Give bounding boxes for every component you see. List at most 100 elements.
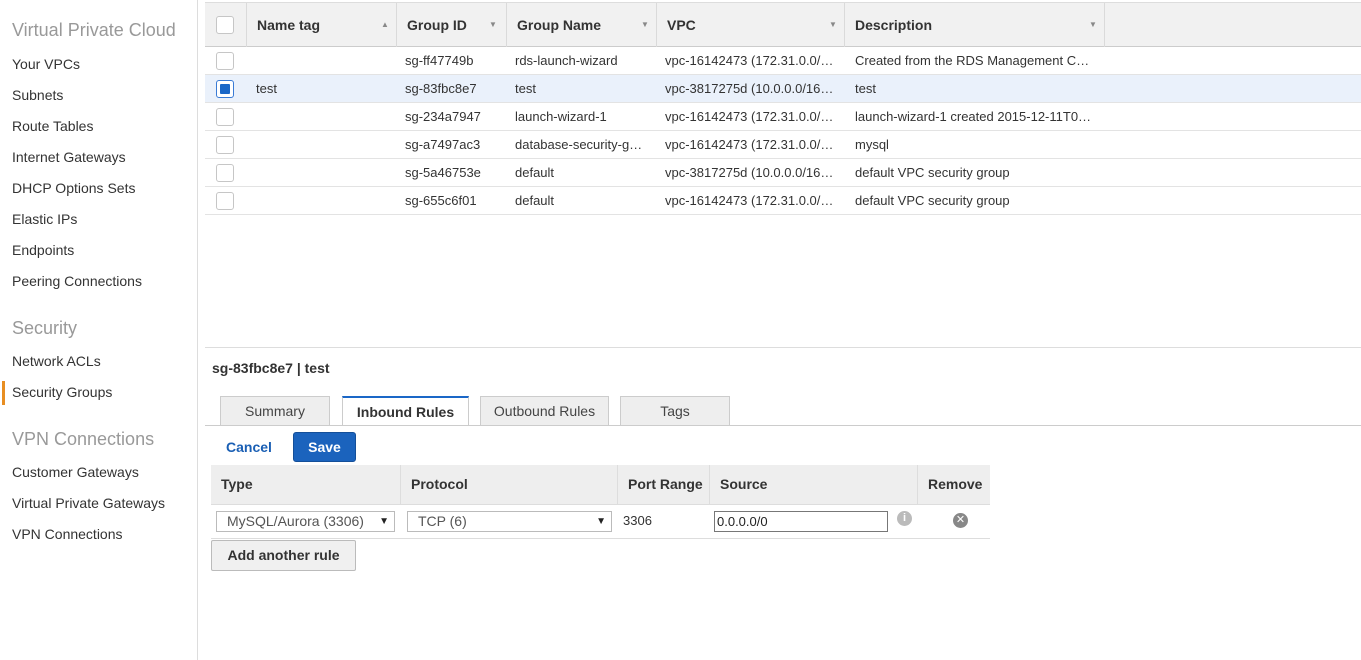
sidebar-item-virtual-private-gateways[interactable]: Virtual Private Gateways xyxy=(12,495,165,511)
row-checkbox[interactable] xyxy=(216,136,234,154)
sidebar-item-your-vpcs[interactable]: Your VPCs xyxy=(12,56,80,72)
group-name-cell: default xyxy=(515,193,555,208)
cancel-button[interactable]: Cancel xyxy=(226,439,272,455)
sidebar-heading-vpc: Virtual Private Cloud xyxy=(12,20,176,40)
sidebar-item-elastic-ips[interactable]: Elastic IPs xyxy=(12,211,77,227)
name-tag-cell xyxy=(256,103,396,131)
group-id-cell: sg-5a46753e xyxy=(405,165,481,180)
select-all-checkbox[interactable] xyxy=(216,16,234,34)
sort-menu-icon: ▼ xyxy=(829,20,837,29)
tab-divider xyxy=(205,425,1361,426)
sort-menu-icon: ▼ xyxy=(489,20,497,29)
pane-divider[interactable] xyxy=(205,347,1361,348)
rule-row: MySQL/Aurora (3306) ▼ TCP (6) ▼ 3306 0.0… xyxy=(211,505,990,539)
sidebar-item-route-tables[interactable]: Route Tables xyxy=(12,118,93,134)
save-button[interactable]: Save xyxy=(293,432,356,462)
group-id-cell: sg-655c6f01 xyxy=(405,193,477,208)
group-id-cell: sg-83fbc8e7 xyxy=(405,81,477,96)
add-rule-button[interactable]: Add another rule xyxy=(211,540,356,571)
remove-rule-icon[interactable]: ✕ xyxy=(953,513,968,528)
group-id-cell: sg-ff47749b xyxy=(405,53,474,68)
tab-tags[interactable]: Tags xyxy=(620,396,730,425)
rules-column-remove: Remove xyxy=(928,476,983,492)
sidebar-item-dhcp-options-sets[interactable]: DHCP Options Sets xyxy=(12,180,135,196)
rule-protocol-value: TCP (6) xyxy=(418,513,467,529)
description-cell: mysql xyxy=(855,137,889,152)
group-name-cell: test xyxy=(515,81,536,96)
sidebar-heading-vpn: VPN Connections xyxy=(12,429,155,449)
sidebar-active-indicator xyxy=(2,381,5,405)
rule-protocol-select[interactable]: TCP (6) ▼ xyxy=(407,511,612,532)
rule-type-select[interactable]: MySQL/Aurora (3306) ▼ xyxy=(216,511,395,532)
column-header-vpc[interactable]: VPC ▼ xyxy=(657,3,845,47)
row-checkbox[interactable] xyxy=(216,164,234,182)
main-panel: Name tag ▲ Group ID ▼ Group Name ▼ VPC ▼… xyxy=(205,0,1361,660)
name-tag-cell: test xyxy=(256,81,277,96)
sidebar-item-endpoints[interactable]: Endpoints xyxy=(12,242,74,258)
group-name-cell: rds-launch-wizard xyxy=(515,53,618,68)
description-cell: launch-wizard-1 created 2015-12-11T0… xyxy=(855,109,1092,124)
group-name-cell: launch-wizard-1 xyxy=(515,109,607,124)
rules-column-source: Source xyxy=(710,465,918,505)
row-checkbox[interactable] xyxy=(216,52,234,70)
description-cell: default VPC security group xyxy=(855,165,1010,180)
vpc-cell: vpc-16142473 (172.31.0.0/… xyxy=(665,137,834,152)
sidebar-item-network-acls[interactable]: Network ACLs xyxy=(12,353,101,369)
sidebar-item-subnets[interactable]: Subnets xyxy=(12,87,63,103)
vpc-cell: vpc-16142473 (172.31.0.0/… xyxy=(665,109,834,124)
vpc-cell: vpc-3817275d (10.0.0.0/16… xyxy=(665,165,834,180)
info-icon[interactable]: i xyxy=(897,511,912,526)
group-name-cell: default xyxy=(515,165,555,180)
sidebar-item-peering-connections[interactable]: Peering Connections xyxy=(12,273,142,289)
sidebar-item-internet-gateways[interactable]: Internet Gateways xyxy=(12,149,126,165)
rule-type-value: MySQL/Aurora (3306) xyxy=(227,513,364,529)
table-row[interactable]: sg-ff47749b rds-launch-wizard vpc-161424… xyxy=(205,47,1361,75)
sort-menu-icon: ▼ xyxy=(641,20,649,29)
description-cell: Created from the RDS Management C… xyxy=(855,53,1090,68)
tab-outbound-rules[interactable]: Outbound Rules xyxy=(480,396,609,425)
row-checkbox[interactable] xyxy=(216,80,234,98)
rules-column-protocol: Protocol xyxy=(401,465,618,505)
group-id-cell: sg-234a7947 xyxy=(405,109,481,124)
rules-table-header: Type Protocol Port Range Source Remove xyxy=(211,465,990,505)
vpc-cell: vpc-16142473 (172.31.0.0/… xyxy=(665,193,834,208)
sort-menu-icon: ▼ xyxy=(1089,20,1097,29)
chevron-down-icon: ▼ xyxy=(379,516,389,527)
name-tag-cell xyxy=(256,131,396,159)
column-header-group-name[interactable]: Group Name ▼ xyxy=(507,3,657,47)
rule-source-input[interactable]: 0.0.0.0/0 xyxy=(714,511,888,532)
rules-column-port-range: Port Range xyxy=(618,465,710,505)
sidebar-heading-security: Security xyxy=(12,318,78,338)
sort-asc-icon: ▲ xyxy=(381,20,389,29)
name-tag-cell xyxy=(256,159,396,187)
row-checkbox[interactable] xyxy=(216,108,234,126)
row-checkbox[interactable] xyxy=(216,192,234,210)
tab-summary[interactable]: Summary xyxy=(220,396,330,425)
vpc-cell: vpc-3817275d (10.0.0.0/16… xyxy=(665,81,834,96)
table-row[interactable]: test sg-83fbc8e7 test vpc-3817275d (10.0… xyxy=(205,75,1361,103)
table-row[interactable]: sg-a7497ac3 database-security-g… vpc-161… xyxy=(205,131,1361,159)
select-all-cell xyxy=(205,3,247,47)
sidebar-item-security-groups[interactable]: Security Groups xyxy=(12,384,112,400)
description-cell: test xyxy=(855,81,876,96)
column-header-description[interactable]: Description ▼ xyxy=(845,3,1105,47)
table-row[interactable]: sg-5a46753e default vpc-3817275d (10.0.0… xyxy=(205,159,1361,187)
group-id-cell: sg-a7497ac3 xyxy=(405,137,481,152)
vpc-cell: vpc-16142473 (172.31.0.0/… xyxy=(665,53,834,68)
sidebar-item-vpn-connections[interactable]: VPN Connections xyxy=(12,526,123,542)
group-name-cell: database-security-g… xyxy=(515,137,643,152)
name-tag-cell xyxy=(256,47,396,75)
column-header-group-id[interactable]: Group ID ▼ xyxy=(397,3,507,47)
sidebar-item-customer-gateways[interactable]: Customer Gateways xyxy=(12,464,139,480)
rule-port-range: 3306 xyxy=(623,513,652,528)
column-header-name-tag[interactable]: Name tag ▲ xyxy=(247,3,397,47)
table-row[interactable]: sg-655c6f01 default vpc-16142473 (172.31… xyxy=(205,187,1361,215)
rules-column-type: Type xyxy=(211,465,401,505)
detail-title: sg-83fbc8e7 | test xyxy=(212,360,330,376)
sidebar: Virtual Private Cloud Your VPCs Subnets … xyxy=(0,0,198,660)
table-row[interactable]: sg-234a7947 launch-wizard-1 vpc-16142473… xyxy=(205,103,1361,131)
tab-inbound-rules[interactable]: Inbound Rules xyxy=(342,396,469,426)
name-tag-cell xyxy=(256,187,396,215)
chevron-down-icon: ▼ xyxy=(596,516,606,527)
description-cell: default VPC security group xyxy=(855,193,1010,208)
